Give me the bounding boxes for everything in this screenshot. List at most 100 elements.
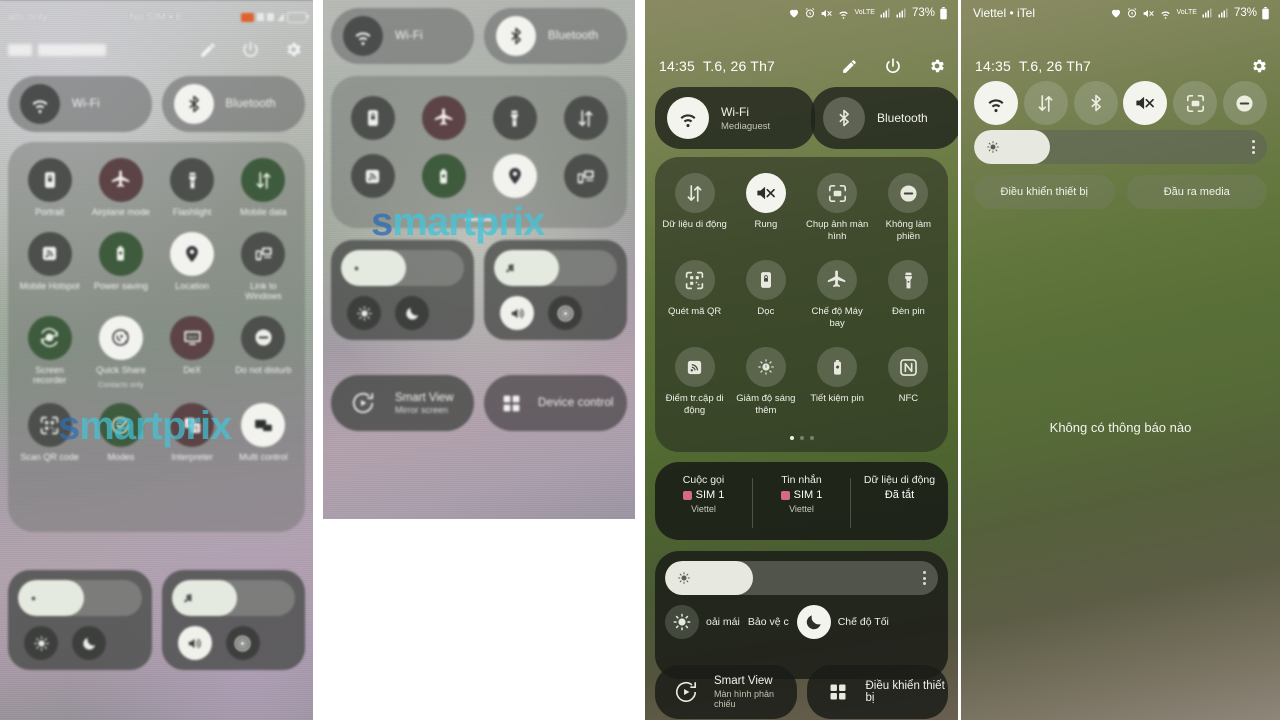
quick-tile[interactable]: Điểm tr.cập di động	[659, 347, 730, 416]
wifi-pill-3[interactable]: Wi-Fi Mediaguest	[655, 87, 815, 149]
quick-tile[interactable]: A 가 Interpreter	[157, 403, 228, 463]
sim-sub: Viettel	[691, 504, 716, 514]
quick-tile[interactable]	[479, 154, 550, 198]
wifi-pill[interactable]: Wi-Fi	[331, 8, 474, 64]
brightness-slider-4[interactable]	[974, 130, 1267, 164]
quick-tile[interactable]: Do not disturb	[228, 315, 299, 390]
volume-slider[interactable]	[171, 580, 295, 616]
device-control-button[interactable]: Device control	[484, 375, 627, 431]
page-dot[interactable]	[799, 436, 804, 440]
quick-tile[interactable]	[408, 154, 479, 198]
quick-tile[interactable]: Flashlight	[157, 158, 228, 218]
smart-view-button[interactable]: Smart View Mirror screen	[331, 375, 474, 431]
quick-tile[interactable]	[408, 96, 479, 140]
dark-mode-moon-icon[interactable]	[72, 626, 106, 660]
bluetooth-icon-toggle[interactable]	[1073, 81, 1118, 125]
page-indicator-3[interactable]	[789, 436, 814, 440]
quick-tile[interactable]: Không làm phiền	[873, 173, 944, 242]
status-carrier-text: No SIM • E	[129, 11, 184, 23]
dark-mode-moon-icon[interactable]	[395, 296, 429, 330]
quick-tile[interactable]	[337, 96, 408, 140]
quick-tile[interactable]: Location	[157, 231, 228, 302]
screenshot-icon-toggle[interactable]	[1173, 81, 1218, 125]
page-dot[interactable]	[809, 436, 814, 440]
quick-tile[interactable]: Quick Share Contacts only	[85, 315, 156, 389]
quick-tile[interactable]: Screen recorder	[14, 315, 85, 390]
battery-percent: 73%	[1233, 7, 1257, 19]
quick-tile[interactable]	[337, 154, 408, 198]
location-pin-icon	[492, 154, 537, 198]
gear-icon[interactable]	[284, 40, 303, 59]
brightness-slider[interactable]	[341, 250, 464, 286]
display-modes-row[interactable]: oải mái Bảo vệ c Chế độ Tối	[665, 605, 938, 639]
quick-tile[interactable]	[479, 96, 550, 140]
display-mode-chip[interactable]: oải mái	[665, 605, 740, 639]
quick-tile[interactable]: Link to Windows	[228, 231, 299, 302]
quick-tile[interactable]: DeX DeX	[157, 315, 228, 390]
quick-tile[interactable]: Dọc	[730, 260, 801, 329]
gear-icon[interactable]	[1250, 57, 1268, 75]
power-icon[interactable]	[241, 40, 260, 59]
quick-tile[interactable]: Chụp ảnh màn hình	[802, 173, 873, 242]
quick-tile[interactable]: Tiết kiệm pin	[802, 347, 873, 416]
smart-view-title: Smart View	[395, 391, 454, 404]
sim-column[interactable]: Tin nhắn SIM 1 Viettel	[753, 474, 850, 532]
quick-tile[interactable]	[550, 154, 621, 198]
quick-tile[interactable]: Multi control	[228, 403, 299, 463]
power-icon[interactable]	[884, 57, 902, 75]
dnd-icon-toggle[interactable]	[1222, 81, 1267, 125]
brightness-auto-icon[interactable]	[347, 296, 381, 330]
bottom-buttons-2: Smart View Mirror screen Device control	[331, 375, 627, 431]
quick-tile[interactable]: Power saving	[85, 231, 156, 302]
media-chip[interactable]: Đầu ra media	[1126, 175, 1267, 209]
sim-column[interactable]: Cuộc gọi SIM 1 Viettel	[655, 474, 752, 532]
speaker-icon[interactable]	[177, 626, 212, 660]
sound-target-icon[interactable]	[225, 626, 260, 660]
quick-tile[interactable]: Mobile Hotspot	[14, 231, 85, 302]
speaker-icon[interactable]	[500, 296, 534, 330]
quick-tile-label: Dữ liệu di động	[662, 219, 727, 230]
data-arrows-icon-toggle[interactable]	[1023, 81, 1068, 125]
quick-tile[interactable]: Portrait	[14, 158, 85, 218]
brightness-more-icon-4[interactable]	[1252, 140, 1255, 154]
vibrate-mute-icon-toggle[interactable]	[1123, 81, 1168, 125]
quick-tile[interactable]: Quét mã QR	[659, 260, 730, 329]
wifi-pill[interactable]: Wi-Fi	[8, 76, 152, 132]
display-mode-chip[interactable]: Chế độ Tối	[796, 605, 889, 639]
sim-column[interactable]: Dữ liệu di động Đã tắt	[851, 474, 948, 532]
display-mode-chip[interactable]: Bảo vệ c	[748, 616, 789, 628]
brightness-slider[interactable]	[18, 580, 142, 616]
quick-tile[interactable]: NFC	[873, 347, 944, 416]
quick-tile[interactable]	[550, 96, 621, 140]
quick-tile[interactable]: Rung	[730, 173, 801, 242]
bluetooth-pill-3[interactable]: Bluetooth	[811, 87, 958, 149]
brightness-card	[8, 570, 152, 670]
device-control-button-3[interactable]: Điều khiển thiết bị	[806, 665, 948, 719]
quick-tile-label: Power saving	[93, 280, 148, 291]
grid-page-handle	[465, 218, 493, 221]
quick-tile-label: Điểm tr.cập di động	[665, 393, 724, 416]
gear-icon[interactable]	[928, 57, 946, 75]
bluetooth-pill[interactable]: Bluetooth	[484, 8, 627, 64]
media-chip[interactable]: Điều khiển thiết bị	[974, 175, 1115, 209]
brightness-slider-3[interactable]	[665, 561, 938, 595]
quick-tile[interactable]: Đèn pin	[873, 260, 944, 329]
quick-tile[interactable]: Chế độ Máy bay	[802, 260, 873, 329]
smart-view-button-3[interactable]: Smart View Màn hình phản chiếu	[655, 665, 797, 719]
quick-tile[interactable]: Mobile data	[228, 158, 299, 218]
wifi-icon-toggle[interactable]	[974, 81, 1018, 125]
sound-target-icon[interactable]	[548, 296, 582, 330]
quick-tile[interactable]: Modes	[85, 403, 156, 463]
pencil-icon[interactable]	[841, 58, 858, 75]
bluetooth-pill[interactable]: Bluetooth	[161, 76, 305, 132]
brightness-more-icon[interactable]	[923, 571, 926, 585]
pencil-icon[interactable]	[199, 41, 217, 59]
quick-tile[interactable]: Giảm độ sáng thêm	[730, 347, 801, 416]
page-dot[interactable]	[789, 436, 794, 440]
volume-slider[interactable]	[494, 250, 617, 286]
quick-tile[interactable]: Dữ liệu di động	[659, 173, 730, 242]
quick-tile[interactable]: Scan QR code	[14, 403, 85, 463]
quick-tile-label: Giảm độ sáng thêm	[736, 393, 796, 416]
brightness-auto-icon[interactable]	[24, 626, 58, 660]
quick-tile[interactable]: Airplane mode	[85, 158, 156, 218]
